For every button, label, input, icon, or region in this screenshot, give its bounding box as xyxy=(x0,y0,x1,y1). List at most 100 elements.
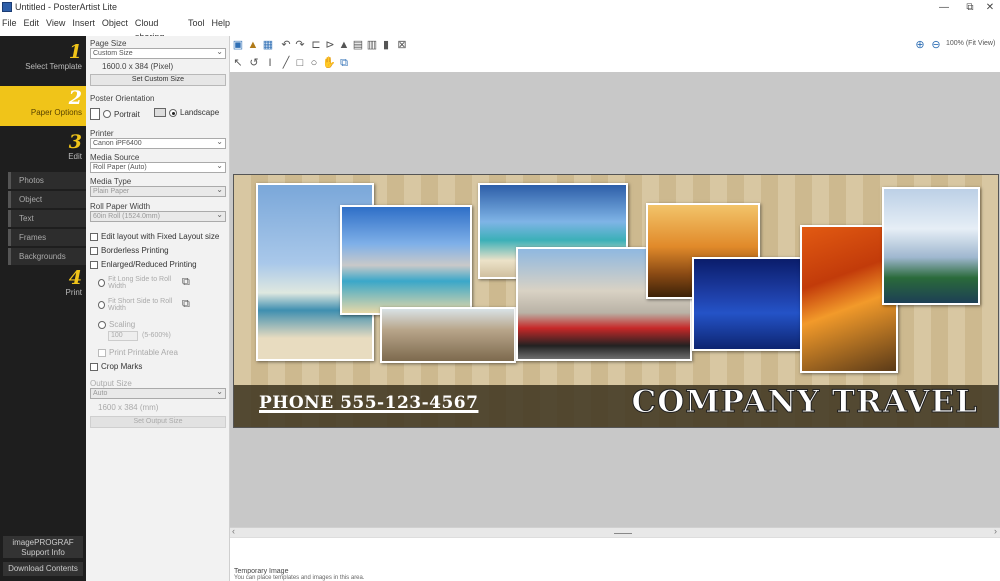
rectangle-tool-icon[interactable]: □ xyxy=(294,57,306,69)
arrange-icon[interactable]: ▮ xyxy=(380,39,392,51)
line-tool-icon[interactable]: ╱ xyxy=(280,57,292,69)
fit-long-label: Fit Long Side to Roll Width xyxy=(108,276,172,290)
zoom-select[interactable]: 100% (Fit View) xyxy=(946,40,998,51)
fit-long-radio[interactable] xyxy=(98,279,106,287)
menu-view[interactable]: View xyxy=(46,16,65,30)
edit-item-object[interactable]: Object xyxy=(8,191,86,208)
ellipse-tool-icon[interactable]: ○ xyxy=(308,57,320,69)
hand-tool-icon[interactable]: ✋ xyxy=(322,57,336,69)
scaling-range: (5-600%) xyxy=(142,332,171,339)
zoom-out-icon[interactable]: ⊖ xyxy=(930,39,942,51)
drawing-toolbar: ↖ ↺ I ╱ □ ○ ✋ ⧉ xyxy=(230,54,1000,72)
printer-select[interactable]: Canon iPF6400 xyxy=(90,137,226,149)
page-size-select[interactable]: Custom Size xyxy=(90,47,226,59)
edit-item-photos[interactable]: Photos xyxy=(8,172,86,189)
fit-short-side-option[interactable]: Fit Short Side to Roll Width xyxy=(98,298,178,312)
checkbox-box[interactable] xyxy=(98,348,106,357)
photo-tree-island[interactable] xyxy=(882,187,980,305)
set-custom-size-button[interactable]: Set Custom Size xyxy=(90,74,226,86)
edit-item-backgrounds[interactable]: Backgrounds xyxy=(8,248,86,265)
printer-label: Printer xyxy=(90,129,114,138)
landscape-option[interactable]: Landscape xyxy=(154,108,219,117)
scaling-option[interactable]: Scaling xyxy=(98,320,135,329)
open-icon[interactable]: ▲ xyxy=(247,39,259,51)
checkbox-box[interactable] xyxy=(90,362,98,371)
roll-width-select[interactable]: 60in Roll (1524.0mm) xyxy=(90,210,226,222)
step-label: Print xyxy=(65,288,82,297)
checkbox-box[interactable] xyxy=(90,246,98,255)
landscape-radio[interactable] xyxy=(169,108,177,117)
fit-long-side-option[interactable]: Fit Long Side to Roll Width xyxy=(98,276,178,290)
download-contents-button[interactable]: Download Contents xyxy=(3,562,83,576)
menu-tool[interactable]: Tool xyxy=(188,16,205,30)
enlarged-label: Enlarged/Reduced Printing xyxy=(101,260,197,269)
checkbox-box[interactable] xyxy=(90,260,98,269)
crop-marks-checkbox[interactable]: Crop Marks xyxy=(90,362,142,371)
align-icon[interactable]: ⊏ xyxy=(310,39,322,51)
select-pointer-icon[interactable]: ↖ xyxy=(232,57,244,69)
poster-company-text[interactable]: COMPANY TRAVEL xyxy=(631,384,978,421)
edit-layout-checkbox[interactable]: Edit layout with Fixed Layout size xyxy=(90,232,219,241)
step-print[interactable]: 4 Print xyxy=(0,268,86,304)
footer-hint: You can place templates and images in th… xyxy=(234,575,365,581)
menu-edit[interactable]: Edit xyxy=(24,16,40,30)
scaling-radio[interactable] xyxy=(98,320,106,329)
save-icon[interactable]: ▦ xyxy=(262,39,274,51)
rotate-icon[interactable]: ↺ xyxy=(248,57,260,69)
lock-icon[interactable]: ⊠ xyxy=(396,39,408,51)
close-button[interactable]: ✕ xyxy=(980,0,1000,16)
redo-icon[interactable]: ↷ xyxy=(294,39,306,51)
distribute-icon[interactable]: ⊳ xyxy=(324,39,336,51)
output-dimensions: 1600 x 384 (mm) xyxy=(98,403,159,412)
temporary-image-area[interactable]: Temporary Image You can place templates … xyxy=(230,537,1000,581)
text-tool-icon[interactable]: I xyxy=(264,57,276,69)
undo-icon[interactable]: ↶ xyxy=(280,39,292,51)
edit-item-text[interactable]: Text xyxy=(8,210,86,227)
step-select-template[interactable]: 1 Select Template xyxy=(0,42,86,82)
step-label: Edit xyxy=(68,152,82,161)
menu-object[interactable]: Object xyxy=(102,16,128,30)
menu-cloud-sharing[interactable]: Cloud sharing xyxy=(135,16,181,42)
poster-phone-text[interactable]: PHONE 555-123-4567 xyxy=(259,393,478,413)
set-output-size-button[interactable]: Set Output Size xyxy=(90,416,226,428)
scroll-thumb[interactable] xyxy=(614,533,632,534)
media-type-select[interactable]: Plain Paper xyxy=(90,185,226,197)
borderless-checkbox[interactable]: Borderless Printing xyxy=(90,246,169,255)
enlarged-checkbox[interactable]: Enlarged/Reduced Printing xyxy=(90,260,197,269)
group-icon[interactable]: ▤ xyxy=(352,39,364,51)
poster-canvas[interactable]: PHONE 555-123-4567 COMPANY TRAVEL xyxy=(233,174,999,428)
photo-hammock[interactable] xyxy=(380,307,516,363)
scroll-right-icon[interactable]: › xyxy=(994,526,997,536)
crop-marks-label: Crop Marks xyxy=(101,362,143,371)
menu-file[interactable]: File xyxy=(2,16,17,30)
menu-bar: File Edit View Insert Object Cloud shari… xyxy=(0,16,230,42)
window-title: Untitled - PosterArtist Lite xyxy=(15,2,118,12)
layer-icon[interactable]: ▲ xyxy=(338,39,350,51)
zoom-in-icon[interactable]: ⊕ xyxy=(914,39,926,51)
fit-short-label: Fit Short Side to Roll Width xyxy=(108,298,173,312)
fit-short-radio[interactable] xyxy=(98,301,105,309)
scroll-left-icon[interactable]: ‹ xyxy=(232,526,235,536)
output-size-select[interactable]: Auto xyxy=(90,387,226,399)
horizontal-scrollbar[interactable]: ‹ › xyxy=(230,526,1000,537)
image-tool-icon[interactable]: ⧉ xyxy=(338,57,350,69)
step-number: 1 xyxy=(68,41,82,63)
new-icon[interactable]: ▣ xyxy=(232,39,244,51)
minimize-button[interactable]: — xyxy=(930,0,958,16)
media-source-select[interactable]: Roll Paper (Auto) xyxy=(90,161,226,173)
portrait-radio[interactable] xyxy=(103,110,111,118)
portrait-option[interactable]: Portrait xyxy=(90,108,140,120)
step-paper-options[interactable]: 2 Paper Options xyxy=(0,86,86,126)
menu-help[interactable]: Help xyxy=(211,16,230,30)
step-number: 4 xyxy=(68,267,82,289)
step-edit[interactable]: 3 Edit xyxy=(0,132,86,166)
scaling-input[interactable]: 100 xyxy=(108,331,138,341)
ungroup-icon[interactable]: ▥ xyxy=(366,39,378,51)
print-area-checkbox[interactable]: Print Printable Area xyxy=(98,348,178,357)
support-info-button[interactable]: imagePROGRAF Support Info xyxy=(3,536,83,558)
menu-insert[interactable]: Insert xyxy=(72,16,95,30)
photo-city-beach[interactable] xyxy=(340,205,472,315)
checkbox-box[interactable] xyxy=(90,232,98,241)
edit-item-frames[interactable]: Frames xyxy=(8,229,86,246)
media-source-label: Media Source xyxy=(90,153,140,162)
